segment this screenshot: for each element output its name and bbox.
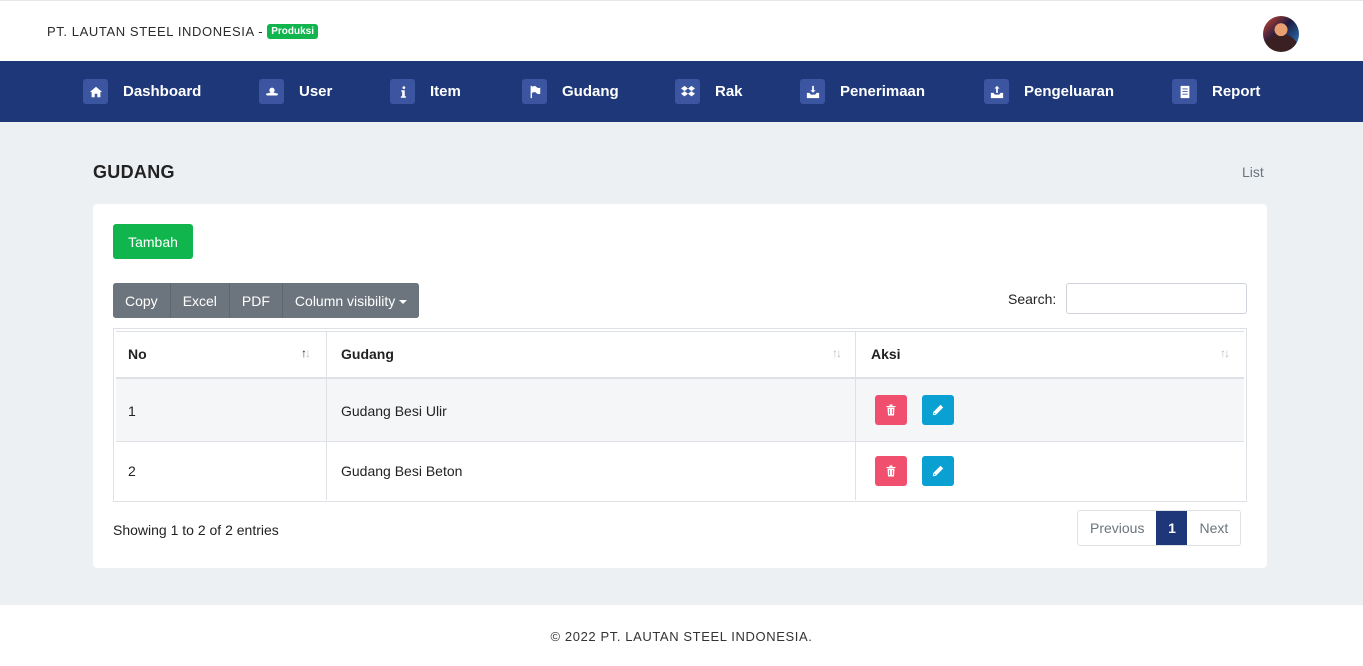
- dropbox-icon: [675, 79, 700, 104]
- nav-label: Gudang: [562, 83, 619, 100]
- search-input[interactable]: [1066, 283, 1247, 314]
- page-title: GUDANG: [93, 162, 175, 182]
- nav-item-item[interactable]: Item: [390, 61, 461, 122]
- main-navbar: Dashboard User Item Gudang Rak Penerimaa…: [0, 61, 1363, 122]
- copy-button[interactable]: Copy: [113, 283, 171, 318]
- nav-label: User: [299, 83, 333, 100]
- trash-icon: [886, 404, 896, 416]
- excel-button[interactable]: Excel: [170, 283, 230, 318]
- edit-button[interactable]: [922, 456, 954, 486]
- home-icon: [83, 79, 108, 104]
- copyright-text: © 2022 PT. LAUTAN STEEL INDONESIA.: [550, 629, 813, 644]
- inbox-icon: [800, 79, 825, 104]
- table-row-divider: [116, 441, 1244, 442]
- nav-item-penerimaan[interactable]: Penerimaan: [800, 61, 925, 122]
- environment-badge: Produksi: [267, 24, 318, 39]
- pencil-icon: [932, 404, 944, 416]
- user-avatar[interactable]: [1263, 16, 1299, 52]
- breadcrumb[interactable]: List: [1242, 164, 1264, 180]
- cell-no: 1: [128, 403, 136, 419]
- nav-item-rak[interactable]: Rak: [675, 61, 743, 122]
- company-name: PT. LAUTAN STEEL INDONESIA -: [47, 24, 264, 39]
- delete-button[interactable]: [875, 456, 907, 486]
- column-divider: [326, 332, 327, 500]
- trash-icon: [886, 465, 896, 477]
- column-visibility-label: Column visibility: [294, 292, 396, 309]
- pdf-button[interactable]: PDF: [229, 283, 283, 318]
- top-header: PT. LAUTAN STEEL INDONESIA - Produksi: [0, 0, 1363, 61]
- nav-label: Rak: [715, 83, 743, 100]
- nav-item-report[interactable]: Report: [1172, 61, 1260, 122]
- sort-icon[interactable]: ↑↓: [1220, 346, 1230, 360]
- content-card: Tambah Copy Excel PDF Column visibility …: [93, 204, 1267, 568]
- table-row-stripe: [116, 379, 1244, 441]
- next-page-button[interactable]: Next: [1187, 511, 1240, 545]
- column-header-no[interactable]: No: [128, 343, 147, 365]
- export-button-group: Copy Excel PDF Column visibility: [113, 283, 420, 318]
- nav-item-user[interactable]: User: [259, 61, 332, 122]
- flag-icon: [522, 79, 547, 104]
- company-brand: PT. LAUTAN STEEL INDONESIA - Produksi: [47, 24, 318, 39]
- table-top-line: [116, 331, 1244, 332]
- nav-label: Penerimaan: [840, 83, 926, 100]
- nav-item-gudang[interactable]: Gudang: [522, 61, 619, 122]
- report-icon: [1172, 79, 1197, 104]
- nav-item-pengeluaran[interactable]: Pengeluaran: [984, 61, 1114, 122]
- pagination: Previous 1 Next: [1077, 510, 1242, 546]
- column-divider: [855, 332, 856, 500]
- nav-label: Dashboard: [123, 83, 202, 100]
- page-number-current[interactable]: 1: [1156, 511, 1188, 545]
- page-footer: © 2022 PT. LAUTAN STEEL INDONESIA.: [0, 605, 1363, 666]
- search-label: Search:: [1008, 291, 1057, 307]
- cell-no: 2: [128, 463, 136, 479]
- outbox-icon: [984, 79, 1009, 104]
- column-header-aksi[interactable]: Aksi: [871, 343, 901, 365]
- add-button[interactable]: Tambah: [113, 224, 193, 259]
- user-icon: [259, 79, 284, 104]
- table-info: Showing 1 to 2 of 2 entries: [113, 522, 279, 538]
- edit-button[interactable]: [922, 395, 954, 425]
- table-header-divider: [116, 377, 1244, 379]
- data-table: No ↑↓ Gudang ↑↓ Aksi ↑↓ 1 Gudang Besi Ul…: [113, 328, 1247, 502]
- delete-button[interactable]: [875, 395, 907, 425]
- caret-down-icon: [399, 299, 408, 304]
- column-visibility-button[interactable]: Column visibility: [282, 283, 420, 318]
- nav-label: Item: [430, 83, 461, 100]
- pencil-icon: [932, 465, 944, 477]
- cell-gudang: Gudang Besi Beton: [341, 463, 463, 479]
- sort-asc-icon[interactable]: ↑↓: [301, 346, 311, 360]
- info-icon: [390, 79, 415, 104]
- sort-icon[interactable]: ↑↓: [832, 346, 842, 360]
- nav-item-dashboard[interactable]: Dashboard: [83, 61, 201, 122]
- column-header-gudang[interactable]: Gudang: [341, 343, 394, 365]
- nav-label: Report: [1212, 83, 1261, 100]
- cell-gudang: Gudang Besi Ulir: [341, 403, 447, 419]
- previous-page-button[interactable]: Previous: [1078, 511, 1156, 545]
- nav-label: Pengeluaran: [1024, 83, 1115, 100]
